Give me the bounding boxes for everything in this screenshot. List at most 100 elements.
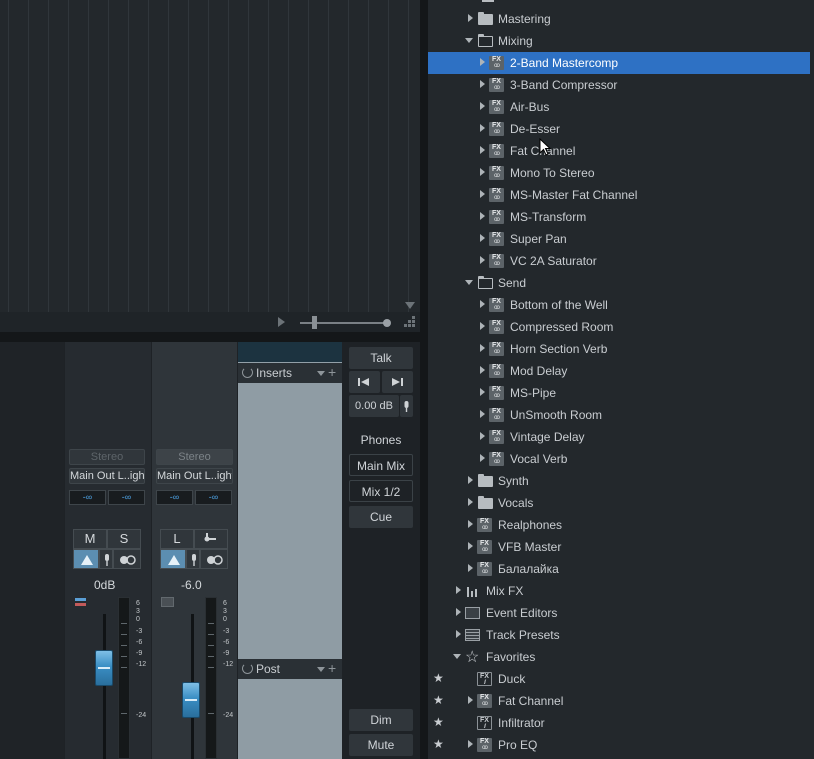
- expand-arrow-icon[interactable]: [456, 630, 461, 638]
- post-slot-area[interactable]: [238, 679, 342, 759]
- tree-item-fx-preset[interactable]: FX oo Mono To Stereo: [428, 162, 810, 184]
- tree-item-synth[interactable]: Synth: [428, 470, 810, 492]
- tree-item-fx-preset[interactable]: FX oo Mod Delay: [428, 360, 810, 382]
- tree-item-fx-preset[interactable]: FX oo UnSmooth Room: [428, 404, 810, 426]
- link-toggle[interactable]: [200, 549, 228, 569]
- tree-item-fx-preset[interactable]: FX oo Fat Channel: [428, 140, 810, 162]
- dim-button[interactable]: Dim: [349, 709, 413, 731]
- main-mix-button[interactable]: Main Mix: [349, 454, 413, 476]
- tree-item-fx-preset[interactable]: FX oo MS-Master Fat Channel: [428, 184, 810, 206]
- tree-item-fx-preset[interactable]: FX oo Vocal Verb: [428, 448, 810, 470]
- expand-arrow-icon[interactable]: [468, 740, 473, 748]
- expand-arrow-icon[interactable]: [480, 212, 485, 220]
- favorite-item[interactable]: ★ FX oo Pro EQ: [428, 734, 810, 756]
- tree-item-fx-preset[interactable]: FX oo Vintage Delay: [428, 426, 810, 448]
- expand-arrow-icon[interactable]: [480, 190, 485, 198]
- stereo-mode-button[interactable]: Stereo: [156, 449, 233, 465]
- tree-item-fx-preset[interactable]: FX oo De-Esser: [428, 118, 810, 140]
- mix12-button[interactable]: Mix 1/2: [349, 480, 413, 502]
- tree-item-mix-fx[interactable]: Mix FX: [428, 580, 810, 602]
- expand-arrow-icon[interactable]: [480, 124, 485, 132]
- expand-arrow-icon[interactable]: [468, 14, 473, 22]
- add-post-icon[interactable]: +: [328, 660, 336, 676]
- record-arm-toggle[interactable]: [99, 549, 113, 569]
- fader-track[interactable]: [103, 614, 106, 759]
- output-selector[interactable]: Main Out L..ight: [156, 468, 233, 484]
- star-icon[interactable]: ★: [433, 737, 444, 751]
- tree-item-fx-preset[interactable]: FX oo 3-Band Compressor: [428, 74, 810, 96]
- expand-arrow-icon[interactable]: [468, 498, 473, 506]
- expand-arrow-icon[interactable]: [468, 476, 473, 484]
- expand-arrow-icon[interactable]: [480, 58, 485, 66]
- level-readout[interactable]: 0.00 dB: [349, 395, 399, 417]
- tree-item-vocals[interactable]: Vocals: [428, 492, 810, 514]
- monitor-toggle[interactable]: [73, 549, 99, 569]
- collapse-arrow-icon[interactable]: [465, 280, 473, 285]
- tree-item-track-presets[interactable]: Track Presets: [428, 624, 810, 646]
- zoom-slider-handle[interactable]: [312, 316, 317, 329]
- power-icon[interactable]: [242, 663, 253, 674]
- tree-item-vfb-master[interactable]: FX oo VFB Master: [428, 536, 810, 558]
- expand-arrow-icon[interactable]: [456, 586, 461, 594]
- expand-arrow-icon[interactable]: [480, 168, 485, 176]
- previous-icon[interactable]: [349, 371, 380, 393]
- star-icon[interactable]: ★: [433, 671, 444, 685]
- panel-divider[interactable]: [420, 0, 428, 759]
- expand-arrow-icon[interactable]: [468, 542, 473, 550]
- tree-item-favorites[interactable]: ☆ Favorites: [428, 646, 810, 668]
- zoom-slider-end[interactable]: [383, 319, 391, 327]
- console-divider[interactable]: [0, 332, 420, 342]
- mute-button[interactable]: Mute: [349, 734, 413, 756]
- expand-arrow-icon[interactable]: [468, 564, 473, 572]
- dropdown-icon[interactable]: [317, 667, 325, 672]
- output-selector[interactable]: Main Out L..ight: [69, 468, 145, 484]
- tree-item-fx-preset[interactable]: FX oo Super Pan: [428, 228, 810, 250]
- tree-item-fx-preset[interactable]: FX oo Compressed Room: [428, 316, 810, 338]
- favorite-item[interactable]: ★ FX oo Fat Channel: [428, 690, 810, 712]
- cue-button[interactable]: Cue: [349, 506, 413, 528]
- volume-fader[interactable]: [95, 650, 113, 686]
- resize-grip-icon[interactable]: [404, 314, 416, 328]
- tree-item-fx-preset[interactable]: FX oo Air-Bus: [428, 96, 810, 118]
- tree-item-mixing[interactable]: Mixing: [428, 30, 810, 52]
- add-insert-icon[interactable]: +: [328, 364, 336, 380]
- expand-arrow-icon[interactable]: [480, 300, 485, 308]
- expand-arrow-icon[interactable]: [480, 344, 485, 352]
- tree-item-fx-preset[interactable]: FX oo VC 2A Saturator: [428, 250, 810, 272]
- volume-fader[interactable]: [182, 682, 200, 718]
- expand-arrow-icon[interactable]: [480, 234, 485, 242]
- expand-arrow-icon[interactable]: [480, 256, 485, 264]
- tree-item-fx-preset[interactable]: FX oo Horn Section Verb: [428, 338, 810, 360]
- power-icon[interactable]: [242, 367, 253, 378]
- expand-arrow-icon[interactable]: [456, 608, 461, 616]
- stereo-mode-button[interactable]: Stereo: [69, 449, 145, 465]
- expand-arrow-icon[interactable]: [480, 432, 485, 440]
- tree-item-fx-preset[interactable]: FX oo 2-Band Mastercomp: [428, 52, 810, 74]
- play-marker-icon[interactable]: [278, 317, 285, 327]
- expand-arrow-icon[interactable]: [480, 388, 485, 396]
- inserts-slot-area[interactable]: [238, 383, 342, 659]
- collapse-arrow-icon[interactable]: [453, 654, 461, 659]
- star-icon[interactable]: ★: [433, 693, 444, 707]
- expand-arrow-icon[interactable]: [480, 80, 485, 88]
- post-header[interactable]: Post +: [238, 659, 342, 679]
- link-toggle[interactable]: [113, 549, 141, 569]
- solo-button[interactable]: S: [107, 529, 141, 549]
- talk-button[interactable]: Talk: [349, 347, 413, 369]
- expand-arrow-icon[interactable]: [468, 520, 473, 528]
- tree-item-balalaika[interactable]: FX oo Балалайка: [428, 558, 810, 580]
- expand-arrow-icon[interactable]: [480, 146, 485, 154]
- tree-item-fx-preset[interactable]: FX oo MS-Transform: [428, 206, 810, 228]
- mute-button[interactable]: M: [73, 529, 107, 549]
- record-arm-toggle[interactable]: [186, 549, 200, 569]
- expand-arrow-icon[interactable]: [480, 102, 485, 110]
- tree-item-fx-preset[interactable]: FX oo MS-Pipe: [428, 382, 810, 404]
- star-icon[interactable]: ★: [433, 715, 444, 729]
- tree-item-event-editors[interactable]: Event Editors: [428, 602, 810, 624]
- expand-arrow-icon[interactable]: [468, 696, 473, 704]
- expand-arrow-icon[interactable]: [480, 454, 485, 462]
- mic-toggle-icon[interactable]: [400, 395, 413, 417]
- monitor-toggle[interactable]: [160, 549, 186, 569]
- dropdown-icon[interactable]: [317, 371, 325, 376]
- routing-button[interactable]: [194, 529, 228, 549]
